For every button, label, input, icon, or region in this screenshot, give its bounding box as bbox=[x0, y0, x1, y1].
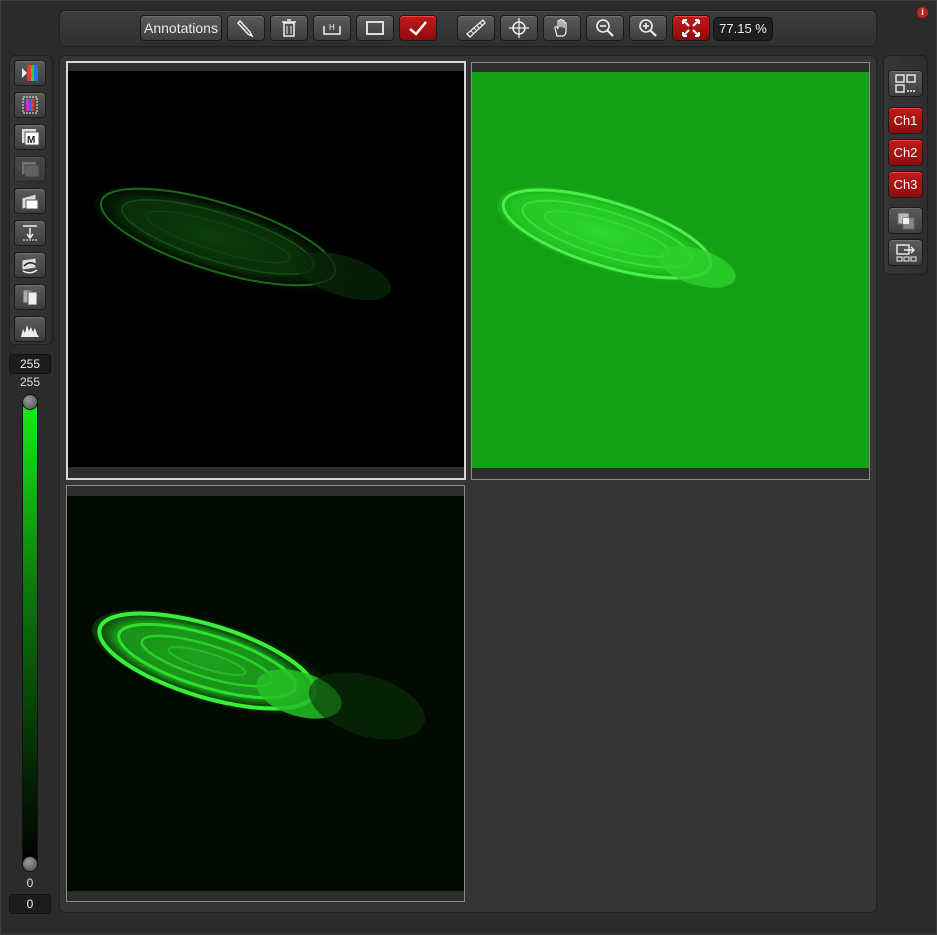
channel-button-3[interactable]: Ch3 bbox=[888, 171, 923, 198]
annotations-button-label: Annotations bbox=[144, 20, 218, 36]
zoom-out-icon bbox=[596, 19, 614, 37]
z-step-button[interactable] bbox=[14, 220, 46, 246]
lut-max-label: 255 bbox=[19, 375, 41, 389]
top-toolbar: Annotations H 77.15 % bbox=[59, 10, 877, 47]
rotate-view-button[interactable] bbox=[14, 252, 46, 278]
lut-color-icon bbox=[22, 65, 38, 81]
lut-gradient-slider[interactable] bbox=[22, 398, 38, 868]
view-panel-ch3[interactable] bbox=[66, 485, 465, 902]
ch1-image bbox=[68, 71, 464, 467]
slice-icon bbox=[21, 193, 39, 210]
zoom-out-button[interactable] bbox=[586, 15, 624, 41]
image-viewer bbox=[59, 55, 877, 913]
confirm-button[interactable] bbox=[399, 15, 437, 41]
zoom-level-readout: 77.15 % bbox=[713, 17, 773, 41]
export-icon bbox=[895, 243, 916, 261]
channel-button-2[interactable]: Ch2 bbox=[888, 139, 923, 166]
lut-color-button[interactable] bbox=[14, 60, 46, 86]
rectangle-tool-button[interactable] bbox=[356, 15, 394, 41]
delete-button[interactable] bbox=[270, 15, 308, 41]
ruler-icon bbox=[466, 19, 486, 38]
copy-icon bbox=[22, 289, 38, 306]
hand-icon bbox=[554, 18, 567, 37]
left-toolbar: M bbox=[9, 55, 53, 345]
pen-icon bbox=[236, 19, 254, 38]
copy-view-button[interactable] bbox=[14, 284, 46, 310]
ruler-button[interactable] bbox=[457, 15, 495, 41]
view-panel-ch1[interactable] bbox=[66, 61, 466, 480]
max-projection-icon: M bbox=[22, 129, 40, 146]
fit-screen-icon bbox=[682, 19, 700, 37]
lut-min-handle[interactable] bbox=[22, 856, 38, 872]
stack-icon bbox=[22, 162, 40, 178]
fit-to-screen-button[interactable] bbox=[672, 15, 710, 41]
info-icon[interactable]: i bbox=[917, 7, 928, 18]
crosshair-icon bbox=[509, 18, 529, 38]
crosshair-button[interactable] bbox=[500, 15, 538, 41]
export-button[interactable] bbox=[888, 239, 923, 266]
channel-label: Ch2 bbox=[893, 145, 918, 160]
channel-button-1[interactable]: Ch1 bbox=[888, 107, 923, 134]
lut-min-input[interactable]: 0 bbox=[9, 894, 51, 914]
svg-text:H: H bbox=[329, 23, 335, 32]
svg-text:M: M bbox=[27, 135, 35, 146]
measure-icon: H bbox=[323, 23, 341, 35]
lut-palette-button[interactable] bbox=[14, 92, 46, 118]
ch3-image bbox=[67, 496, 464, 891]
measure-button[interactable]: H bbox=[313, 15, 351, 41]
overlay-button[interactable] bbox=[888, 207, 923, 234]
lut-palette-icon bbox=[22, 96, 38, 114]
check-icon bbox=[409, 21, 427, 36]
pen-tool-button[interactable] bbox=[227, 15, 265, 41]
z-step-icon bbox=[23, 225, 37, 241]
annotations-button[interactable]: Annotations bbox=[140, 15, 222, 41]
lut-max-handle[interactable] bbox=[22, 394, 38, 410]
pan-button[interactable] bbox=[543, 15, 581, 41]
histogram-button[interactable] bbox=[14, 316, 46, 342]
stack-button[interactable] bbox=[14, 156, 46, 182]
lut-max-input[interactable]: 255 bbox=[9, 354, 51, 374]
channel-label: Ch3 bbox=[893, 177, 918, 192]
layout-button[interactable] bbox=[888, 70, 923, 97]
overlay-icon bbox=[897, 212, 914, 229]
histogram-icon bbox=[21, 325, 39, 337]
right-toolbar: Ch1 Ch2 Ch3 bbox=[883, 55, 928, 275]
rectangle-icon bbox=[366, 21, 384, 35]
zoom-in-button[interactable] bbox=[629, 15, 667, 41]
slice-button[interactable] bbox=[14, 188, 46, 214]
grid-layout-icon bbox=[894, 73, 916, 93]
channel-label: Ch1 bbox=[893, 113, 918, 128]
lut-min-label: 0 bbox=[26, 876, 34, 890]
rotate-icon bbox=[21, 257, 38, 274]
ch2-image bbox=[472, 72, 869, 468]
zoom-in-icon bbox=[639, 19, 657, 37]
trash-icon bbox=[282, 19, 296, 37]
max-projection-button[interactable]: M bbox=[14, 124, 46, 150]
view-panel-ch2[interactable] bbox=[471, 62, 870, 480]
